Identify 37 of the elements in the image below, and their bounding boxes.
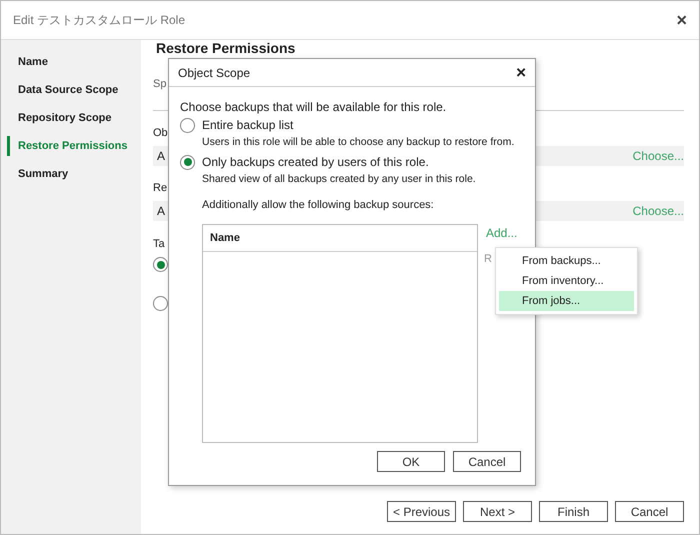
sidebar-item[interactable]: Repository Scope (18, 110, 112, 126)
scope-value: A (157, 148, 166, 165)
menu-item[interactable]: From inventory... (499, 271, 634, 291)
option-label: Entire backup list (202, 117, 294, 134)
option-description: Users in this role will be able to choose any backup to restore from. (202, 135, 514, 150)
section-label: Ob (153, 126, 168, 141)
sidebar-item[interactable]: Name (18, 54, 48, 70)
menu-item[interactable]: From jobs... (499, 291, 634, 311)
sidebar-item[interactable]: Summary (18, 166, 68, 182)
section-label: Ta (153, 237, 165, 252)
close-button[interactable]: × (676, 11, 687, 29)
radio-button[interactable] (153, 296, 168, 311)
wizard-button[interactable]: Next > (463, 501, 532, 522)
column-header: Name (210, 230, 240, 246)
page-heading: Restore Permissions (156, 41, 296, 56)
radio-button[interactable] (153, 257, 168, 272)
selection-bar (7, 136, 10, 156)
page-subtitle: Sp (153, 77, 168, 92)
wizard-button[interactable]: < Previous (387, 501, 456, 522)
wizard-button[interactable]: Finish (539, 501, 608, 522)
menu-item[interactable]: From backups... (499, 251, 634, 271)
window-title: Edit テストカスタムロール Role (13, 12, 186, 29)
dialog-button[interactable]: Cancel (453, 451, 521, 472)
option-description: Shared view of all backups created by any user in this role. (202, 172, 476, 187)
option-label: Only backups created by users of this role. (202, 154, 429, 171)
sidebar-item[interactable]: Restore Permissions (18, 138, 128, 154)
dialog-button[interactable]: OK (377, 451, 445, 472)
wizard-button[interactable]: Cancel (615, 501, 684, 522)
close-button[interactable]: × (516, 64, 526, 81)
section-label: Re (153, 181, 168, 196)
radio-button[interactable] (180, 154, 195, 170)
radio-button[interactable] (180, 118, 195, 132)
dialog-intro: Choose backups that will be available for this role. (180, 99, 448, 115)
dialog-title: Object Scope (178, 64, 250, 82)
sources-label: Additionally allow the following backup sources: (202, 198, 434, 213)
scope-value: A (157, 203, 166, 220)
sidebar-item[interactable]: Data Source Scope (18, 82, 118, 98)
